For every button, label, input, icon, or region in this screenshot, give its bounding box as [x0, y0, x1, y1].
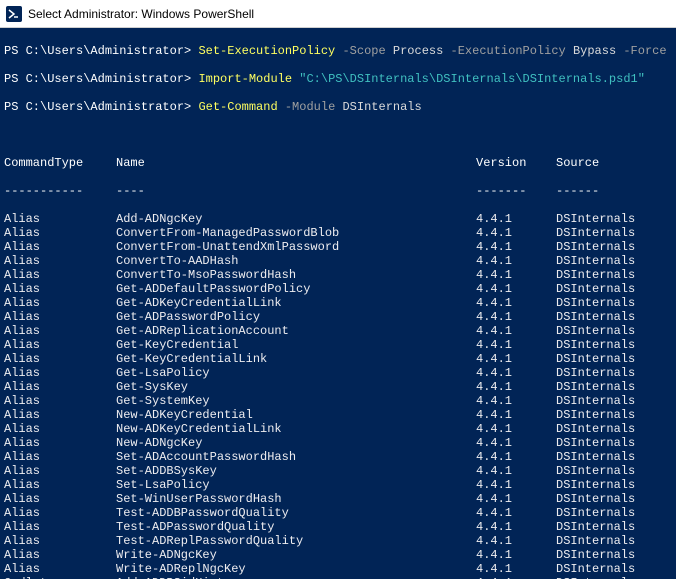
table-row: AliasTest-ADReplPasswordQuality4.4.1DSIn… — [4, 534, 672, 548]
prompt-line: PS C:\Users\Administrator> Import-Module… — [4, 72, 672, 86]
table-header-divider: ---------------------------- — [4, 184, 672, 198]
table-header: CommandTypeNameVersionSource — [4, 156, 672, 170]
terminal-output[interactable]: PS C:\Users\Administrator> Set-Execution… — [0, 28, 676, 579]
window-titlebar[interactable]: Select Administrator: Windows PowerShell — [0, 0, 676, 28]
table-row: AliasNew-ADNgcKey4.4.1DSInternals — [4, 436, 672, 450]
table-row: AliasGet-ADDefaultPasswordPolicy4.4.1DSI… — [4, 282, 672, 296]
table-row: AliasConvertFrom-UnattendXmlPassword4.4.… — [4, 240, 672, 254]
table-row: AliasNew-ADKeyCredentialLink4.4.1DSInter… — [4, 422, 672, 436]
table-row: AliasSet-LsaPolicy4.4.1DSInternals — [4, 478, 672, 492]
table-row: AliasWrite-ADReplNgcKey4.4.1DSInternals — [4, 562, 672, 576]
table-row: AliasConvertTo-AADHash4.4.1DSInternals — [4, 254, 672, 268]
table-row: AliasNew-ADKeyCredential4.4.1DSInternals — [4, 408, 672, 422]
prompt-line: PS C:\Users\Administrator> Set-Execution… — [4, 44, 672, 58]
table-row: AliasConvertFrom-ManagedPasswordBlob4.4.… — [4, 226, 672, 240]
window-title: Select Administrator: Windows PowerShell — [28, 7, 254, 21]
table-row: AliasGet-ADKeyCredentialLink4.4.1DSInter… — [4, 296, 672, 310]
table-row: AliasSet-WinUserPasswordHash4.4.1DSInter… — [4, 492, 672, 506]
table-row: AliasConvertTo-MsoPasswordHash4.4.1DSInt… — [4, 268, 672, 282]
powershell-icon — [6, 6, 22, 22]
table-row: AliasTest-ADDBPasswordQuality4.4.1DSInte… — [4, 506, 672, 520]
table-row: AliasTest-ADPasswordQuality4.4.1DSIntern… — [4, 520, 672, 534]
prompt-line: PS C:\Users\Administrator> Get-Command -… — [4, 100, 672, 114]
table-row: AliasGet-KeyCredentialLink4.4.1DSInterna… — [4, 352, 672, 366]
table-row: AliasSet-ADAccountPasswordHash4.4.1DSInt… — [4, 450, 672, 464]
table-row: AliasAdd-ADNgcKey4.4.1DSInternals — [4, 212, 672, 226]
table-row: AliasGet-LsaPolicy4.4.1DSInternals — [4, 366, 672, 380]
table-row: AliasGet-ADReplicationAccount4.4.1DSInte… — [4, 324, 672, 338]
table-row: AliasSet-ADDBSysKey4.4.1DSInternals — [4, 464, 672, 478]
table-row: AliasGet-SystemKey4.4.1DSInternals — [4, 394, 672, 408]
blank-line — [4, 128, 672, 142]
table-row: AliasGet-ADPasswordPolicy4.4.1DSInternal… — [4, 310, 672, 324]
table-row: AliasGet-SysKey4.4.1DSInternals — [4, 380, 672, 394]
table-row: AliasGet-KeyCredential4.4.1DSInternals — [4, 338, 672, 352]
table-row: AliasWrite-ADNgcKey4.4.1DSInternals — [4, 548, 672, 562]
